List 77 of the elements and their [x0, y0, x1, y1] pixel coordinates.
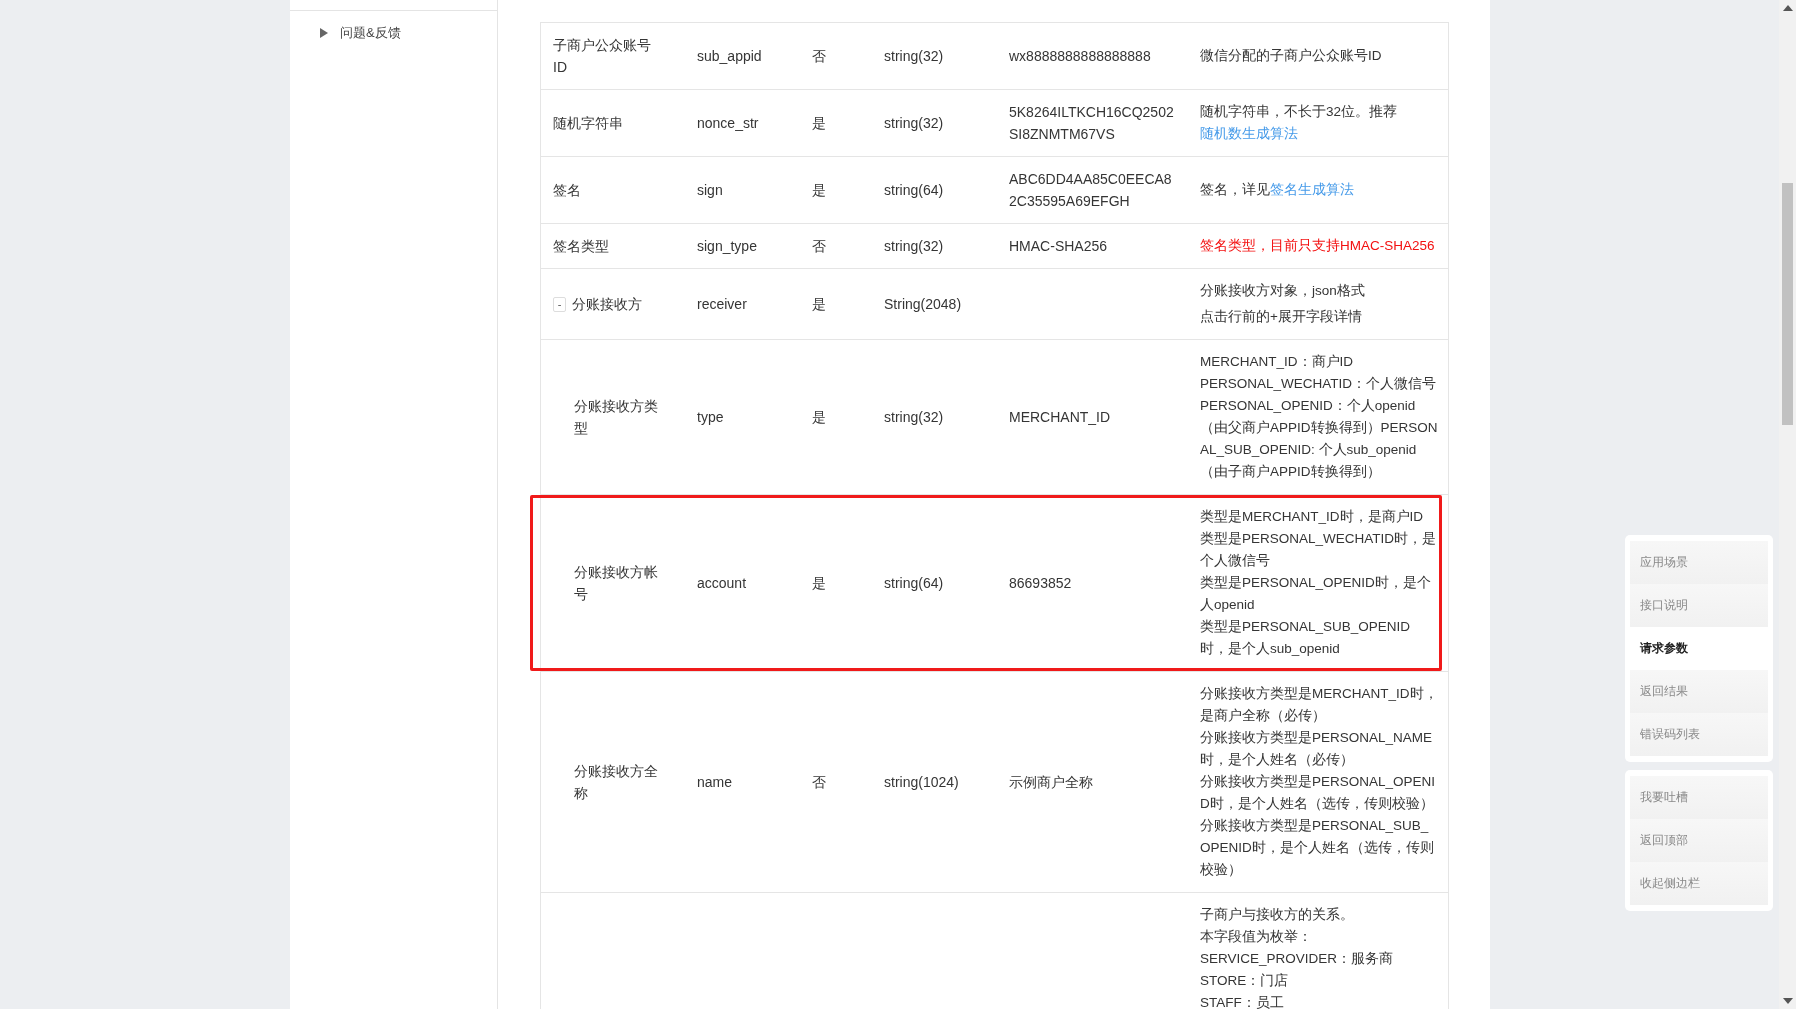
description-text: 类型是PERSONAL_OPENID时，是个人openid: [1200, 574, 1432, 614]
table-cell-text: 分账接收方全称: [574, 762, 659, 803]
table-cell-text: 是: [812, 408, 826, 427]
scroll-down-icon[interactable]: [1782, 998, 1793, 1004]
table-cell-text: sign: [697, 181, 723, 200]
description-text: 类型是PERSONAL_WECHATID时，是个人微信号: [1200, 530, 1438, 570]
description-text: PERSONAL_OPENID：个人openid（由父商户APPID转换得到）PERSONAL_SUB_OPENID: 个人sub_openid（由子商户APPID转换得到）: [1200, 397, 1438, 481]
description-text: 类型是MERCHANT_ID时，是商户ID: [1200, 508, 1423, 526]
table-cell-text: HMAC-SHA256: [1009, 237, 1108, 256]
expand-toggle[interactable]: -: [553, 296, 566, 312]
sidebar-item[interactable]: 问题&反馈: [290, 11, 497, 42]
description-text: 点击行前的+展开字段详情: [1200, 308, 1362, 326]
table-cell-text: nonce_str: [697, 114, 759, 133]
description-text: STORE：门店: [1200, 972, 1289, 990]
table-cell-text: 签名: [553, 181, 581, 200]
description-text: MERCHANT_ID：商户ID: [1200, 353, 1353, 371]
table-cell-text: string(32): [884, 237, 944, 256]
nav-item[interactable]: 应用场景: [1630, 541, 1768, 584]
description-text: 分账接收方对象，json格式: [1200, 282, 1365, 300]
table-cell-text: 是: [812, 181, 826, 200]
nav-item[interactable]: 接口说明: [1630, 584, 1768, 627]
table-cell-text: string(64): [884, 181, 944, 200]
table-cell-text: ABC6DD4AA85C0EECA82C35595A69EFGH: [1009, 170, 1173, 211]
sidebar-item-label: 问题&反馈: [340, 24, 401, 42]
table-cell-text: 是: [812, 574, 826, 593]
table-cell-text: String(2048): [884, 295, 962, 314]
table-cell-text: receiver: [697, 295, 747, 314]
table-cell-text: 86693852: [1009, 574, 1072, 593]
scrollbar[interactable]: [1779, 0, 1796, 1009]
table-cell-text: 子商户公众账号ID: [553, 36, 652, 77]
table-cell-text: 5K8264ILTKCH16CQ2502SI8ZNMTM67VS: [1009, 103, 1175, 144]
description-text: 签名，详见签名生成算法: [1200, 181, 1354, 199]
scroll-up-icon[interactable]: [1782, 5, 1793, 11]
description-text: 类型是PERSONAL_SUB_OPENID时，是个人sub_openid: [1200, 618, 1412, 658]
table-cell-text: sub_appid: [697, 47, 762, 66]
table-cell-text: 否: [812, 773, 826, 792]
table-cell-text: wx8888888888888888: [1009, 47, 1151, 66]
description-text: 子商户与接收方的关系。: [1200, 906, 1354, 924]
table-cell-text: string(32): [884, 408, 944, 427]
table-cell-text: sign_type: [697, 237, 757, 256]
table-cell-text: 是: [812, 114, 826, 133]
description-text: 分账接收方类型是MERCHANT_ID时，是商户全称（必传）: [1200, 685, 1438, 725]
link[interactable]: 签名生成算法: [1270, 182, 1354, 197]
nav-item[interactable]: 我要吐槽: [1630, 776, 1768, 819]
table-cell-text: string(32): [884, 47, 944, 66]
description-text: 微信分配的子商户公众账号ID: [1200, 47, 1382, 65]
table-cell-text: string(64): [884, 574, 944, 593]
table-cell-text: 否: [812, 237, 826, 256]
table-cell-text: string(32): [884, 114, 944, 133]
table-cell-text: account: [697, 574, 747, 593]
table-cell-text: 示例商户全称: [1009, 773, 1093, 792]
table-cell-text: 分账接收方帐号: [574, 563, 659, 604]
scrollbar-thumb[interactable]: [1782, 183, 1793, 425]
table-cell-text: 分账接收方类型: [574, 397, 659, 438]
link[interactable]: 随机数生成算法: [1200, 126, 1298, 141]
table-cell-text: 随机字符串: [553, 114, 623, 133]
description-text: 分账接收方类型是PERSONAL_SUB_OPENID时，是个人姓名（选传，传则校验）: [1200, 817, 1435, 879]
description-text: STAFF：员工: [1200, 994, 1284, 1009]
description-text: PERSONAL_WECHATID：个人微信号: [1200, 375, 1437, 393]
table-cell-text: 否: [812, 47, 826, 66]
table-cell-text: name: [697, 773, 733, 792]
nav-item[interactable]: 返回结果: [1630, 670, 1768, 713]
nav-item[interactable]: 返回顶部: [1630, 819, 1768, 862]
description-text: 分账接收方类型是PERSONAL_OPENID时，是个人姓名（选传，传则校验）: [1200, 773, 1437, 813]
nav-item[interactable]: 错误码列表: [1630, 713, 1768, 756]
description-text: 本字段值为枚举：: [1200, 928, 1312, 946]
table-cell-text: type: [697, 408, 724, 427]
description-text: 随机字符串，不长于32位。推荐 随机数生成算法: [1200, 103, 1399, 143]
table-cell-text: 分账接收方: [572, 295, 642, 314]
table-cell-text: 签名类型: [553, 237, 609, 256]
description-text: 签名类型，目前只支持HMAC-SHA256: [1200, 237, 1435, 255]
table-cell-text: 是: [812, 295, 826, 314]
description-text: SERVICE_PROVIDER：服务商: [1200, 950, 1394, 968]
table-cell-text: MERCHANT_ID: [1009, 408, 1111, 427]
nav-item[interactable]: 收起侧边栏: [1630, 862, 1768, 905]
description-text: 分账接收方类型是PERSONAL_NAME 时，是个人姓名（必传）: [1200, 729, 1434, 769]
table-cell-text: string(1024): [884, 773, 959, 792]
